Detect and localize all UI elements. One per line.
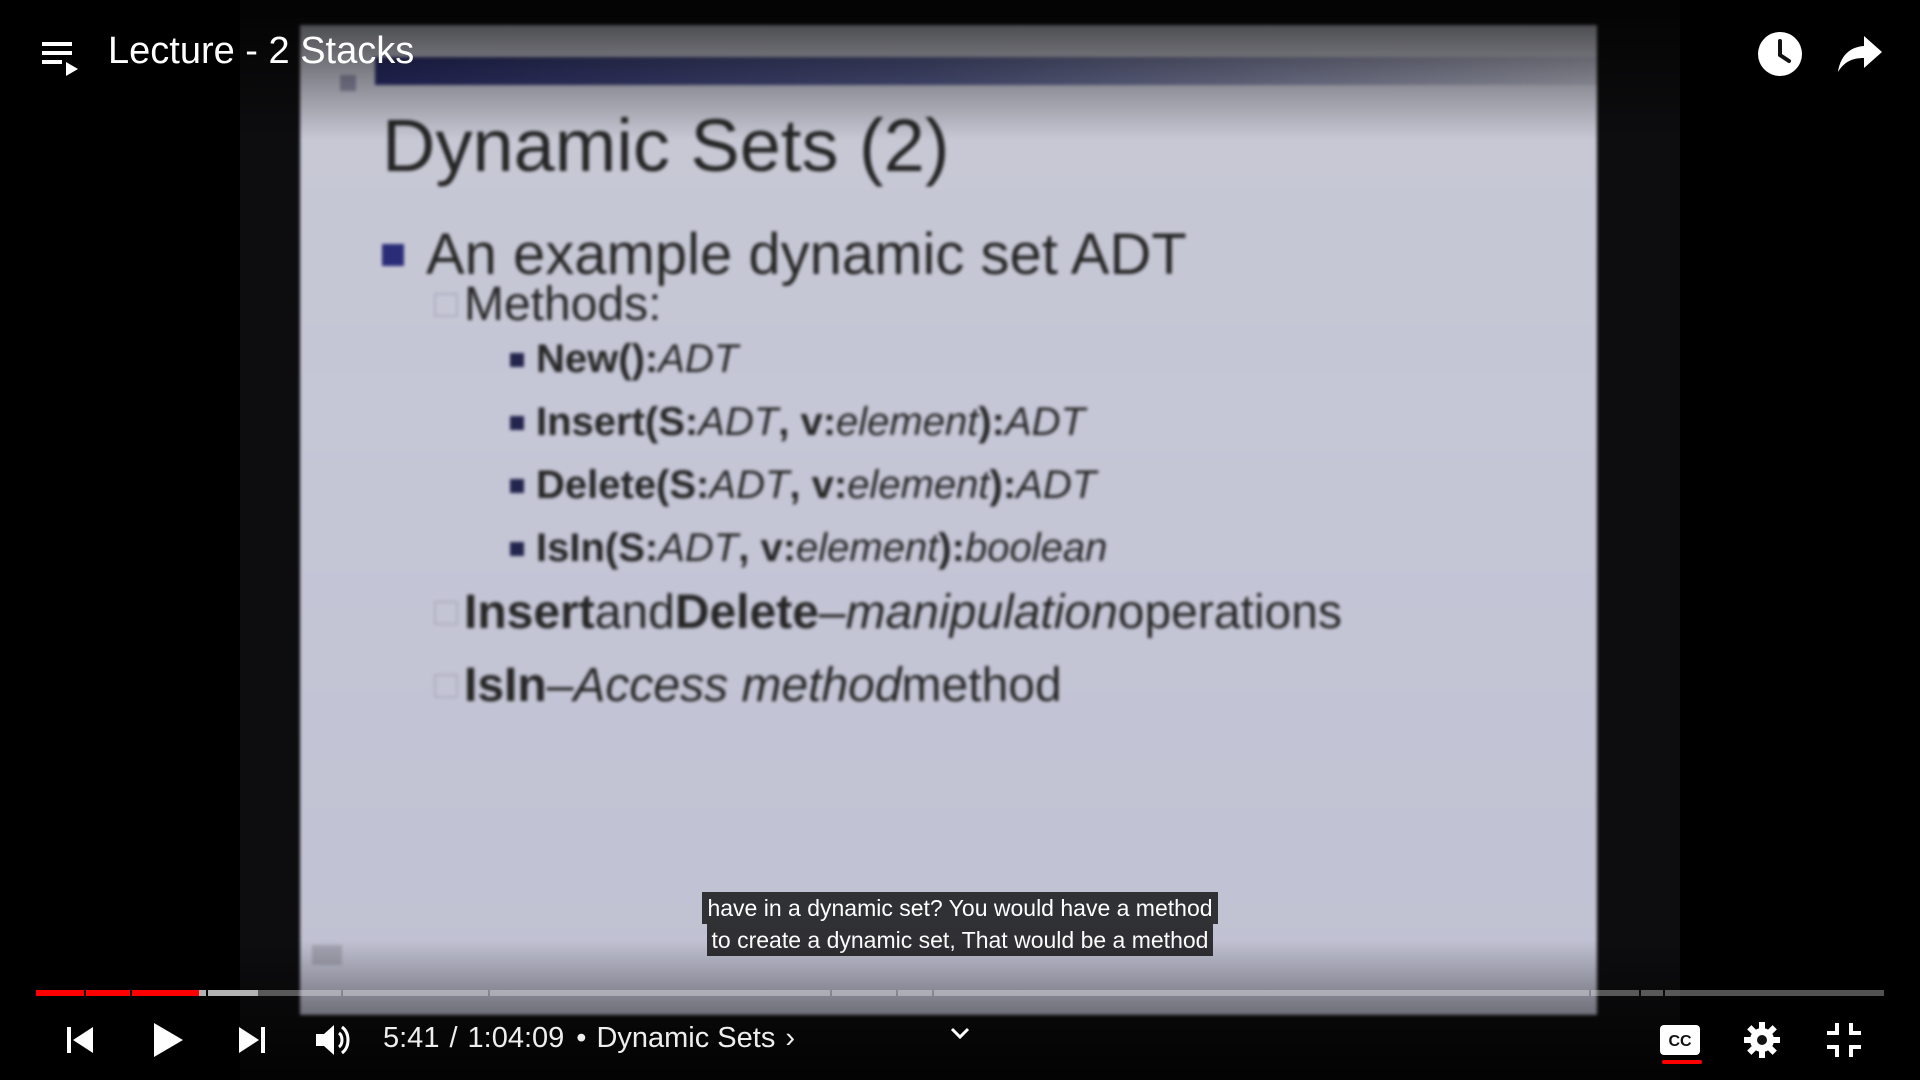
chapter-segment[interactable] [1665, 990, 1884, 996]
chapter-title-button[interactable]: Dynamic Sets › [596, 1022, 795, 1055]
bullet-hollow-square-icon [434, 292, 458, 317]
chevron-right-icon: › [785, 1022, 795, 1054]
played-fill [36, 990, 84, 996]
played-fill [132, 990, 199, 996]
method-param: , v: [738, 526, 797, 570]
time-display: 5:41 / 1:04:09 • Dynamic Sets › [383, 1022, 795, 1055]
exit-fullscreen-icon [1827, 1023, 1861, 1057]
chapter-segment[interactable] [898, 990, 932, 996]
duration: 1:04:09 [467, 1022, 565, 1054]
volume-icon [316, 1025, 350, 1055]
time-separator: / [449, 1022, 458, 1054]
current-time: 5:41 [383, 1022, 440, 1054]
chapter-segment[interactable] [343, 990, 488, 996]
chapter-segment[interactable] [86, 990, 130, 996]
chapter-segment[interactable] [832, 990, 896, 996]
bullet-text: – [818, 586, 846, 639]
method-punct: ): [978, 400, 1005, 444]
chapter-segment[interactable] [1591, 990, 1639, 996]
play-button[interactable] [142, 1014, 194, 1066]
bullet-hollow-square-icon [434, 673, 458, 698]
bullet-small-square-icon [510, 415, 524, 430]
slide-bullet-methods: Methods: [434, 277, 661, 332]
bullet-square-icon [382, 243, 404, 266]
video-title[interactable]: Lecture - 2 Stacks [108, 30, 414, 73]
method-name: Insert(S: [536, 400, 699, 444]
slide-bullet-isin: IsIn – Access method method [434, 658, 1062, 713]
bullet-text: operations [1117, 586, 1342, 639]
svg-text:CC: CC [1668, 1033, 1692, 1050]
slide-bullet-insert-delete: Insert and Delete – manipulation operati… [434, 585, 1342, 640]
bullet-text: – [546, 659, 574, 712]
method-type: ADT [658, 526, 739, 570]
played-fill [86, 990, 130, 996]
chapter-title: Dynamic Sets [596, 1022, 776, 1054]
watch-later-clock-icon[interactable] [1756, 30, 1804, 78]
buffered-fill [208, 990, 258, 996]
method-name: New(): [536, 337, 659, 381]
captions-button[interactable]: CC [1656, 1014, 1704, 1066]
chevron-down-icon[interactable] [946, 1022, 974, 1046]
bullet-text: IsIn [464, 659, 547, 712]
bullet-text: Access method [573, 659, 902, 712]
caption-line: have in a dynamic set? You would have a … [702, 892, 1218, 924]
method-type: ADT [658, 337, 739, 381]
method-item: IsIn(S: ADT, v: element): boolean [510, 526, 1107, 571]
bottom-gradient [0, 940, 1920, 1080]
bullet-small-square-icon [510, 352, 524, 367]
method-type: ADT [1005, 400, 1085, 444]
chapter-segment[interactable] [934, 990, 1589, 996]
cc-icon: CC [1660, 1025, 1700, 1055]
method-punct: ): [989, 463, 1017, 507]
bullet-text: and [594, 586, 675, 639]
method-item: New(): ADT [510, 337, 738, 382]
bullet-text: Methods: [464, 278, 662, 331]
exit-fullscreen-button[interactable] [1820, 1014, 1868, 1066]
bullet-small-square-icon [510, 478, 524, 493]
share-arrow-icon[interactable] [1836, 32, 1884, 76]
bullet-text: Insert [464, 586, 595, 639]
method-name: Delete(S: [536, 463, 710, 507]
method-type: element [836, 400, 979, 444]
method-type: element [796, 526, 939, 570]
method-type: boolean [964, 526, 1108, 570]
method-name: IsIn(S: [536, 526, 659, 570]
method-type: ADT [698, 400, 779, 444]
bullet-hollow-square-icon [434, 600, 458, 625]
skip-next-icon [239, 1027, 265, 1053]
playlist-icon[interactable] [40, 36, 82, 78]
volume-button[interactable] [306, 1014, 360, 1066]
bullet-small-square-icon [510, 541, 524, 556]
chapter-bullet: • [576, 1022, 587, 1054]
play-icon [154, 1023, 183, 1057]
method-punct: ): [938, 526, 965, 570]
method-item: Delete(S: ADT, v: element): ADT [510, 463, 1096, 508]
method-param: , v: [789, 463, 848, 507]
captions-active-indicator [1662, 1060, 1702, 1064]
bullet-text: method [901, 659, 1062, 712]
chapter-segment[interactable] [490, 990, 830, 996]
progress-bar[interactable] [36, 990, 1884, 996]
lecture-slide: Dynamic Sets (2) An example dynamic set … [300, 25, 1597, 1015]
method-type: ADT [1016, 463, 1097, 507]
chapter-segment[interactable] [132, 990, 206, 996]
chapter-segment[interactable] [1641, 990, 1663, 996]
method-type: element [847, 463, 990, 507]
chapter-segment[interactable] [36, 990, 84, 996]
bullet-text: manipulation [845, 586, 1118, 639]
skip-previous-icon [67, 1027, 93, 1053]
method-item: Insert(S: ADT, v: element): ADT [510, 400, 1085, 445]
next-button[interactable] [228, 1014, 276, 1066]
chapter-segment[interactable] [208, 990, 341, 996]
settings-button[interactable] [1738, 1014, 1786, 1066]
method-type: ADT [709, 463, 790, 507]
bullet-text: Delete [674, 586, 819, 639]
previous-button[interactable] [56, 1014, 104, 1066]
method-param: , v: [778, 400, 837, 444]
gear-icon [1744, 1022, 1780, 1058]
